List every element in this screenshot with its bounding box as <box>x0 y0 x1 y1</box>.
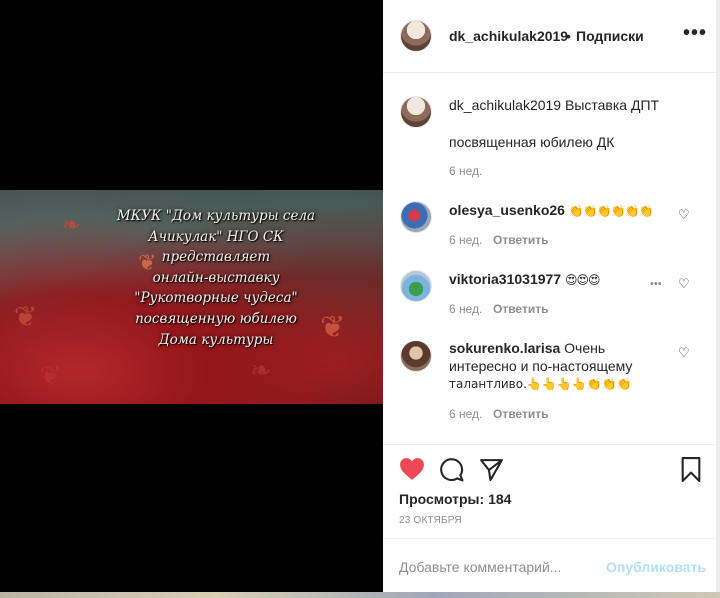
more-options-icon[interactable]: ••• <box>683 22 707 45</box>
post-header: dk_achikulak2019 • Подписки ••• <box>383 0 716 73</box>
comment-text: Очень <box>564 340 606 356</box>
overlay-line: "Рукотворные чудеса" <box>134 290 298 307</box>
like-comment-heart-icon[interactable]: ♡ <box>678 345 690 361</box>
views-count[interactable]: Просмотры: 184 <box>399 491 511 507</box>
comment-timestamp[interactable]: 6 нед. <box>449 233 482 247</box>
post-sidebar: dk_achikulak2019 • Подписки ••• dk_achik… <box>383 0 716 592</box>
overlay-line: Ачикулак" НГО СК <box>148 228 284 245</box>
comment-options-icon[interactable]: ••• <box>650 278 662 290</box>
bookmark-icon[interactable] <box>680 457 702 482</box>
like-comment-heart-icon[interactable]: ♡ <box>678 276 690 292</box>
caption-avatar[interactable] <box>400 96 432 128</box>
caption-text-line: посвященная юбилею ДК <box>449 134 615 150</box>
comment-username[interactable]: olesya_usenko26 <box>449 202 565 218</box>
maple-leaf-decoration: ❧ <box>62 212 81 237</box>
author-username[interactable]: dk_achikulak2019 <box>449 28 568 44</box>
following-button[interactable]: Подписки <box>576 28 644 44</box>
comment-timestamp[interactable]: 6 нед. <box>449 407 482 421</box>
comment-timestamp[interactable]: 6 нед. <box>449 302 482 316</box>
like-comment-heart-icon[interactable]: ♡ <box>678 207 690 223</box>
share-icon[interactable] <box>479 457 504 482</box>
post-actions: Просмотры: 184 23 ОКТЯБРЯ <box>383 444 716 545</box>
overlay-line: представляет <box>161 249 271 266</box>
views-label: Просмотры: <box>399 491 485 507</box>
comment-text: 👏👏👏👏👏👏 <box>568 204 654 218</box>
caption-username[interactable]: dk_achikulak2019 <box>449 97 561 113</box>
commenter-avatar[interactable] <box>400 201 432 233</box>
add-comment-bar: Опубликовать <box>383 538 716 593</box>
views-value: 184 <box>488 491 512 507</box>
window-scroll-edge <box>716 0 720 592</box>
add-comment-input[interactable] <box>399 559 589 575</box>
video-overlay-text: МКУК "Дом культуры села Ачикулак" НГО СК… <box>100 206 332 350</box>
commenter-avatar[interactable] <box>400 270 432 302</box>
comment-username[interactable]: sokurenko.larisa <box>449 340 560 356</box>
commenter-avatar[interactable] <box>400 340 432 372</box>
reply-button[interactable]: Ответить <box>493 302 548 316</box>
comment-text-line: талантливо.👆👆👆👆👏👏👏 <box>449 377 632 391</box>
caption-text: Выставка ДПТ <box>564 97 660 113</box>
comment-text: 😍😍😍 <box>564 273 601 287</box>
author-avatar[interactable] <box>400 20 432 52</box>
video-frame[interactable]: ❧ ❦ ❦ ❦ ❧ ❦ МКУК "Дом культуры села Ачик… <box>0 190 383 404</box>
publish-button[interactable]: Опубликовать <box>606 559 706 575</box>
comment-icon[interactable] <box>439 457 464 482</box>
overlay-line: МКУК "Дом культуры села <box>116 208 316 224</box>
comment-text-line: интересно и по-настоящему <box>449 358 633 374</box>
reply-button[interactable]: Ответить <box>493 407 548 421</box>
like-heart-icon[interactable] <box>399 457 425 481</box>
overlay-line: Дома культуры <box>158 331 274 348</box>
maple-leaf-decoration: ❧ <box>250 355 272 385</box>
maple-leaf-decoration: ❦ <box>14 301 38 332</box>
separator-dot: • <box>566 28 571 44</box>
post-date[interactable]: 23 ОКТЯБРЯ <box>399 515 462 526</box>
comment-username[interactable]: viktoria31031977 <box>449 271 561 287</box>
overlay-line: посвященную юбилею <box>135 310 297 327</box>
background-page-strip <box>0 592 720 598</box>
maple-leaf-decoration: ❦ <box>40 360 62 390</box>
overlay-line: онлайн-выставку <box>152 269 280 286</box>
reply-button[interactable]: Ответить <box>493 233 548 247</box>
post-media[interactable]: ❧ ❦ ❦ ❦ ❧ ❦ МКУК "Дом культуры села Ачик… <box>0 0 383 592</box>
caption-timestamp[interactable]: 6 нед. <box>449 164 482 178</box>
